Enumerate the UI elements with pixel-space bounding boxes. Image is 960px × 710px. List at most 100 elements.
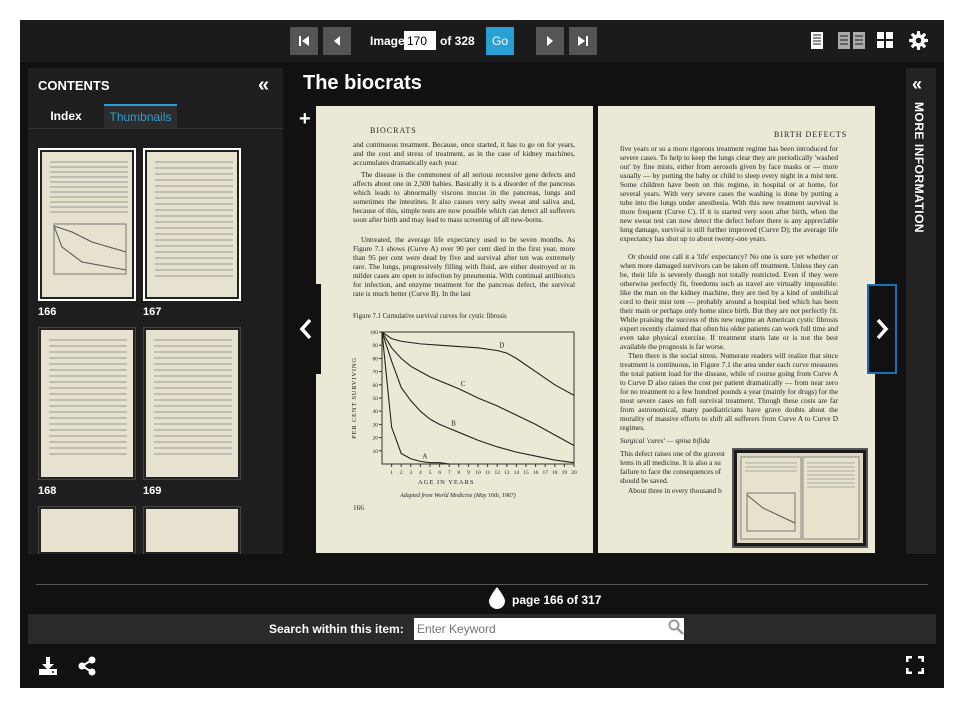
chart-x-tick-label: 5: [429, 470, 432, 476]
chart-x-tick-label: 11: [485, 470, 491, 476]
more-information-panel[interactable]: « MORE INFORMATION: [906, 68, 936, 554]
page-paragraph: Then there is the social stress. Numerat…: [620, 351, 838, 432]
chart-series-label: D: [499, 341, 504, 349]
chart-x-tick-label: 15: [523, 470, 529, 476]
thumbnail-label: 167: [143, 306, 162, 318]
chart-x-axis-label: AGE IN YEARS: [418, 479, 475, 486]
book-viewer: Image of 328 Go: [20, 20, 944, 688]
chart-series-label: C: [461, 380, 466, 388]
thumbnail-page-image: [146, 330, 238, 477]
single-page-view-icon[interactable]: [811, 32, 823, 49]
chart-x-tick-label: 6: [438, 470, 441, 476]
top-toolbar: Image of 328 Go: [20, 20, 944, 62]
chart-credit: Adapted from World Medicine (May 16th, 1…: [399, 492, 516, 499]
previous-page-arrow[interactable]: [291, 284, 321, 374]
sidebar-divider: [28, 128, 283, 129]
chart-series-B: [381, 331, 575, 464]
search-icon[interactable]: [668, 619, 684, 635]
thumbnail-page-image: [41, 330, 133, 477]
sidebar-title: CONTENTS: [38, 78, 110, 93]
chart-series-C: [381, 331, 575, 447]
page-minimap[interactable]: [732, 448, 868, 548]
page-slider-handle-icon[interactable]: [488, 587, 506, 609]
chart-x-tick-label: 16: [533, 470, 539, 476]
image-label: Image: [370, 34, 405, 48]
thumbnail-171[interactable]: [143, 506, 241, 554]
chart-y-tick-label: 40: [373, 409, 379, 415]
chart-y-tick-label: 90: [373, 343, 379, 349]
thumbnail-166[interactable]: [38, 148, 136, 301]
chart-x-tick-label: 20: [571, 470, 577, 476]
collapse-sidebar-icon[interactable]: «: [258, 74, 269, 97]
thumbnail-168[interactable]: [38, 327, 136, 480]
chart-x-tick-label: 8: [457, 470, 460, 476]
grid-view-icon[interactable]: [877, 32, 893, 48]
first-page-icon: [299, 36, 309, 46]
expand-panel-icon[interactable]: «: [912, 74, 922, 95]
zoom-in-icon[interactable]: +: [299, 108, 311, 131]
chart-x-tick-label: 18: [552, 470, 558, 476]
chart-x-tick-label: 2: [400, 470, 403, 476]
chart-x-tick-label: 3: [409, 470, 412, 476]
thumbnail-167[interactable]: [143, 148, 241, 301]
chart-series-D: [381, 331, 575, 396]
go-button[interactable]: Go: [486, 27, 514, 55]
image-number-input[interactable]: [404, 31, 436, 50]
thumbnail-label: 168: [38, 485, 57, 497]
download-icon[interactable]: [38, 656, 58, 676]
thumbnail-page-image: [147, 152, 237, 297]
tab-thumbnails[interactable]: Thumbnails: [104, 104, 177, 128]
chevron-right-icon: [876, 318, 889, 340]
thumbnail-169[interactable]: [143, 327, 241, 480]
search-input[interactable]: [414, 618, 684, 640]
previous-page-icon: [334, 36, 340, 46]
chart-y-tick-label: 80: [373, 356, 379, 362]
chart-x-tick-label: 1: [390, 470, 393, 476]
share-icon[interactable]: [77, 656, 97, 676]
chart-x-tick-label: 12: [494, 470, 500, 476]
chart-x-tick-label: 13: [504, 470, 510, 476]
chart-y-tick-label: 100: [370, 330, 379, 336]
search-bar: Search within this item:: [28, 614, 936, 644]
page-header: BIRTH DEFECTS: [774, 130, 848, 139]
thumbnail-page-image: [41, 509, 133, 552]
chevron-left-icon: [299, 318, 312, 340]
two-page-view-icon[interactable]: [838, 32, 865, 49]
chart-series-label: A: [422, 452, 427, 460]
thumbnail-label: 166: [38, 306, 57, 318]
chart-series-label: B: [451, 419, 456, 427]
page-paragraph: About three in every thousand b: [628, 486, 722, 495]
search-label: Search within this item:: [269, 622, 404, 636]
gear-icon[interactable]: [909, 31, 928, 50]
thumbnail-page-image: [146, 509, 238, 552]
chart-x-tick-label: 10: [475, 470, 481, 476]
last-page-button[interactable]: [569, 27, 597, 55]
chart-x-tick-label: 14: [514, 470, 520, 476]
thumbnail-label: 169: [143, 485, 162, 497]
page-paragraph: five years or so a more rigorous treatme…: [620, 144, 838, 243]
chart-x-tick-label: 7: [448, 470, 451, 476]
next-page-button[interactable]: [536, 27, 564, 55]
previous-page-button[interactable]: [323, 27, 351, 55]
survival-chart: 102030405060708090100 1 2 3 4 5 6 7 8 9 10 11 12 13 1…: [351, 330, 577, 499]
next-page-icon: [547, 36, 553, 46]
thumbnail-170[interactable]: [38, 506, 136, 554]
next-page-arrow[interactable]: [867, 284, 897, 374]
first-page-button[interactable]: [290, 27, 318, 55]
chart-x-tick-label: 4: [419, 470, 422, 476]
page-indicator: page 166 of 317: [512, 593, 602, 607]
chart-series-A: [381, 331, 459, 465]
minimap-page-image: [737, 453, 863, 543]
chart-y-axis-label: PER CENT SURVIVING: [351, 357, 358, 439]
fullscreen-icon[interactable]: [906, 656, 924, 674]
contents-sidebar: CONTENTS « Index Thumbnails 166 167 168 …: [28, 68, 283, 554]
page-paragraph: This defect raises one of the gravest le…: [620, 449, 725, 485]
page-number: 166: [353, 503, 364, 512]
chart-y-tick-label: 20: [373, 436, 379, 442]
chart-x-tick-label: 9: [467, 470, 470, 476]
thumbnail-page-image: [42, 152, 132, 297]
scrubber-track[interactable]: [36, 584, 928, 585]
chart-y-tick-label: 70: [373, 370, 379, 376]
tab-index[interactable]: Index: [38, 104, 94, 128]
more-information-label: MORE INFORMATION: [912, 102, 926, 234]
